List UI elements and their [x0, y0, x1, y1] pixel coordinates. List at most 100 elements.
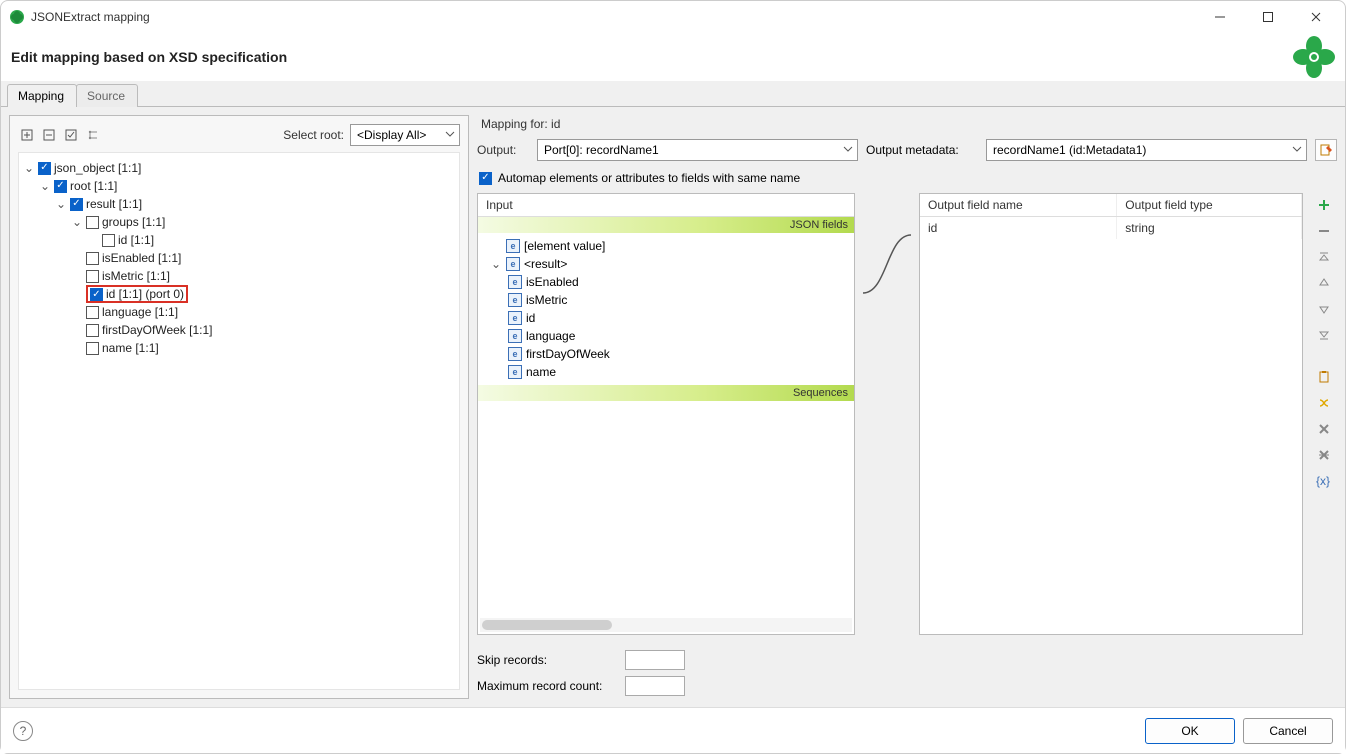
json-node[interactable]: name — [526, 365, 556, 379]
expand-all-icon[interactable] — [18, 126, 36, 144]
delete-all-icon[interactable] — [1313, 445, 1335, 465]
dialog-body: Select root: <Display All> ⌄json_object … — [1, 107, 1345, 707]
tree-checkbox[interactable] — [54, 180, 67, 193]
tree-node[interactable]: result [1:1] — [86, 197, 142, 211]
output-port-combo[interactable]: Port[0]: recordName1 — [537, 139, 858, 161]
titlebar: JSONExtract mapping — [1, 1, 1345, 33]
tree-node[interactable]: name [1:1] — [102, 341, 159, 355]
element-badge-icon: e — [508, 293, 522, 307]
tree-node[interactable]: groups [1:1] — [102, 215, 165, 229]
xml-icon[interactable]: {x} — [1313, 471, 1335, 491]
json-node[interactable]: id — [526, 311, 535, 325]
cell-field-type[interactable]: string — [1117, 217, 1302, 240]
tree-node[interactable]: root [1:1] — [70, 179, 117, 193]
select-root-value: <Display All> — [357, 128, 426, 142]
tree-twisty[interactable]: ⌄ — [23, 161, 35, 175]
structure-toolbar: Select root: <Display All> — [18, 122, 460, 148]
output-col-type[interactable]: Output field type — [1117, 194, 1302, 217]
tree-twisty[interactable]: ⌄ — [39, 179, 51, 193]
output-port-value: Port[0]: recordName1 — [544, 143, 659, 157]
tree-checkbox[interactable] — [102, 234, 115, 247]
minimize-button[interactable] — [1205, 6, 1235, 28]
tree-checkbox[interactable] — [86, 342, 99, 355]
tree-options-icon[interactable] — [84, 126, 102, 144]
json-node[interactable]: isMetric — [526, 293, 567, 307]
tree-node[interactable]: isMetric [1:1] — [102, 269, 170, 283]
clipboard-icon[interactable] — [1313, 367, 1335, 387]
move-up-icon[interactable] — [1313, 273, 1335, 293]
tree-checkbox[interactable] — [86, 306, 99, 319]
record-limits: Skip records: Maximum record count: — [477, 641, 1337, 699]
move-bottom-icon[interactable] — [1313, 325, 1335, 345]
cell-field-name[interactable]: id — [920, 217, 1117, 240]
json-node[interactable]: firstDayOfWeek — [526, 347, 610, 361]
output-fields-box: Output field name Output field type id s… — [919, 193, 1303, 635]
check-all-icon[interactable] — [62, 126, 80, 144]
tree-node[interactable]: json_object [1:1] — [54, 161, 141, 175]
tree-twisty[interactable]: ⌄ — [71, 215, 83, 229]
table-row[interactable]: id string — [920, 217, 1302, 240]
output-col-name[interactable]: Output field name — [920, 194, 1117, 217]
tree-checkbox[interactable] — [86, 270, 99, 283]
tree-checkbox[interactable] — [86, 252, 99, 265]
input-header: Input — [478, 194, 854, 217]
cancel-button[interactable]: Cancel — [1243, 718, 1333, 744]
output-metadata-combo[interactable]: recordName1 (id:Metadata1) — [986, 139, 1307, 161]
element-badge-icon: e — [508, 329, 522, 343]
window-title: JSONExtract mapping — [31, 10, 1205, 24]
help-icon[interactable]: ? — [13, 721, 33, 741]
skip-records-input[interactable] — [625, 650, 685, 670]
add-icon[interactable] — [1313, 195, 1335, 215]
edit-metadata-button[interactable] — [1315, 139, 1337, 161]
collapse-all-icon[interactable] — [40, 126, 58, 144]
selected-node-highlight: id [1:1] (port 0) — [86, 285, 188, 303]
move-top-icon[interactable] — [1313, 247, 1335, 267]
automap-icon[interactable] — [1313, 393, 1335, 413]
tree-checkbox[interactable] — [38, 162, 51, 175]
tree-checkbox[interactable] — [90, 288, 103, 301]
maximize-button[interactable] — [1253, 6, 1283, 28]
move-down-icon[interactable] — [1313, 299, 1335, 319]
max-records-label: Maximum record count: — [477, 679, 617, 693]
mapping-panel: Mapping for: id Output: Port[0]: recordN… — [477, 115, 1337, 699]
json-node[interactable]: isEnabled — [526, 275, 579, 289]
tab-mapping[interactable]: Mapping — [7, 84, 77, 107]
brand-logo — [1293, 36, 1335, 78]
tree-twisty[interactable]: ⌄ — [490, 257, 502, 271]
select-root-combo[interactable]: <Display All> — [350, 124, 460, 146]
json-fields-tree[interactable]: e [element value] ⌄ e <result> e isEnabled e… — [478, 233, 854, 385]
tree-checkbox[interactable] — [86, 216, 99, 229]
delete-mapping-icon[interactable] — [1313, 419, 1335, 439]
select-root-label: Select root: — [283, 128, 344, 142]
tree-node[interactable]: id [1:1] — [118, 233, 154, 247]
sequences-header: Sequences — [478, 385, 854, 401]
output-table[interactable]: Output field name Output field type id s… — [920, 194, 1302, 239]
app-window: JSONExtract mapping Edit mapping based o… — [0, 0, 1346, 754]
xsd-tree[interactable]: ⌄json_object [1:1] ⌄root [1:1] ⌄result [… — [18, 152, 460, 690]
close-button[interactable] — [1301, 6, 1331, 28]
tree-node[interactable]: isEnabled [1:1] — [102, 251, 181, 265]
json-node[interactable]: language — [526, 329, 575, 343]
tree-node[interactable]: language [1:1] — [102, 305, 178, 319]
json-node[interactable]: <result> — [524, 257, 567, 271]
element-badge-icon: e — [508, 365, 522, 379]
side-toolbar: {x} — [1311, 193, 1337, 635]
tree-node-id-port0[interactable]: id [1:1] (port 0) — [106, 287, 184, 301]
app-icon — [9, 9, 25, 25]
element-badge-icon: e — [506, 239, 520, 253]
tree-checkbox[interactable] — [70, 198, 83, 211]
tab-source[interactable]: Source — [76, 84, 138, 107]
tree-checkbox[interactable] — [86, 324, 99, 337]
json-node[interactable]: [element value] — [524, 239, 605, 253]
remove-icon[interactable] — [1313, 221, 1335, 241]
structure-panel: Select root: <Display All> ⌄json_object … — [9, 115, 469, 699]
tree-node[interactable]: firstDayOfWeek [1:1] — [102, 323, 212, 337]
element-badge-icon: e — [508, 347, 522, 361]
automap-checkbox[interactable] — [479, 172, 492, 185]
max-records-input[interactable] — [625, 676, 685, 696]
element-badge-icon: e — [508, 311, 522, 325]
chevron-down-icon — [445, 129, 455, 139]
tree-twisty[interactable]: ⌄ — [55, 197, 67, 211]
ok-button[interactable]: OK — [1145, 718, 1235, 744]
horizontal-scrollbar[interactable] — [480, 618, 852, 632]
